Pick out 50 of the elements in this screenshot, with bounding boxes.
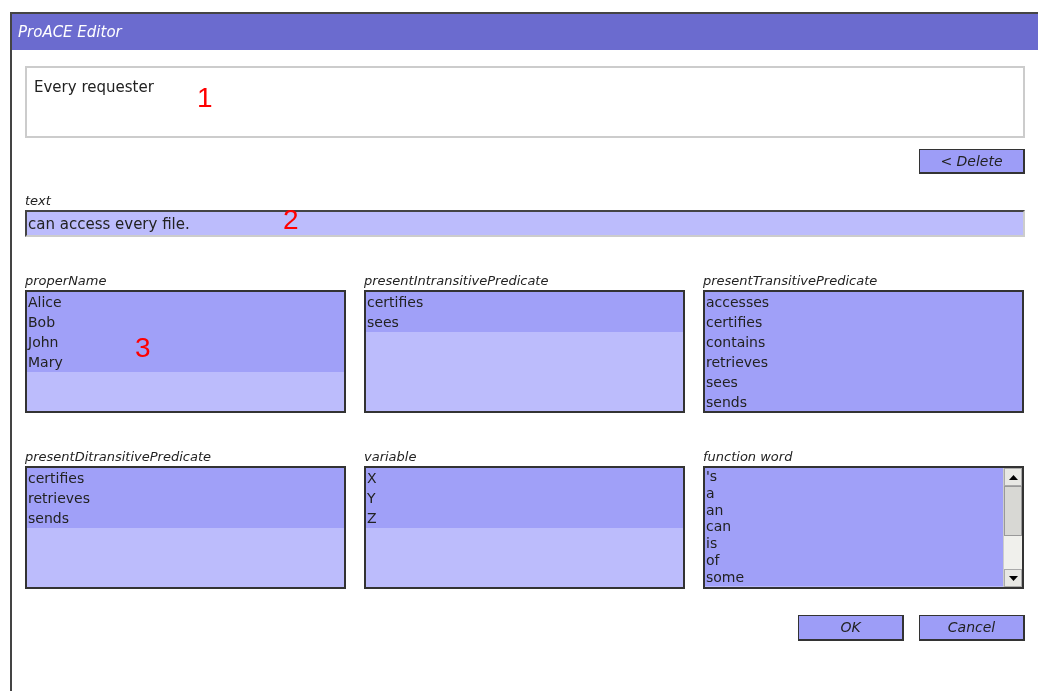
scroll-thumb[interactable] bbox=[1004, 486, 1022, 536]
window-title: ProACE Editor bbox=[18, 21, 122, 43]
dialog-button[interactable]: OK bbox=[798, 615, 904, 641]
list-box[interactable]: certifies sees bbox=[364, 290, 685, 413]
annotation-number: 1 bbox=[197, 84, 213, 112]
list-box[interactable]: Alice Bob John Mary 3 bbox=[25, 290, 346, 413]
list-item[interactable]: sees bbox=[705, 372, 738, 392]
list-item[interactable]: of bbox=[705, 552, 720, 569]
dialog-button[interactable]: Cancel bbox=[919, 615, 1025, 641]
list-item[interactable]: is bbox=[705, 535, 718, 552]
list-label: presentDitransitivePredicate bbox=[25, 448, 212, 466]
list-item[interactable]: retrieves bbox=[27, 488, 90, 508]
list-label: function word bbox=[703, 448, 794, 466]
list-box[interactable]: certifies retrieves sends bbox=[25, 466, 346, 589]
list-item[interactable]: a bbox=[705, 484, 715, 502]
delete-button[interactable]: < Delete bbox=[919, 149, 1025, 174]
list-item[interactable]: sends bbox=[705, 392, 747, 411]
list-item[interactable]: X bbox=[366, 468, 377, 488]
list-item[interactable]: some bbox=[705, 568, 745, 586]
list-box[interactable]: X Y Z bbox=[364, 466, 685, 589]
list-item[interactable]: Y bbox=[366, 488, 376, 508]
list-item[interactable]: John bbox=[27, 332, 59, 352]
list-box[interactable]: accesses certifies contains retrieves sees sends bbox=[703, 290, 1024, 413]
list-item[interactable]: certifies bbox=[366, 292, 424, 312]
list-item[interactable]: Alice bbox=[27, 292, 62, 312]
scroll-up-icon[interactable] bbox=[1004, 468, 1022, 486]
list-item[interactable]: certifies bbox=[27, 468, 85, 488]
list-item[interactable]: sees bbox=[366, 312, 399, 332]
list-item[interactable]: retrieves bbox=[705, 352, 768, 372]
scroll-down-icon[interactable] bbox=[1004, 569, 1022, 587]
list-item[interactable]: certifies bbox=[705, 312, 763, 332]
list-item[interactable]: 's bbox=[705, 468, 718, 485]
list-item[interactable]: an bbox=[705, 501, 724, 519]
list-label: presentIntransitivePredicate bbox=[364, 272, 550, 290]
scrollbar[interactable] bbox=[1003, 468, 1022, 587]
list-label: properName bbox=[25, 272, 108, 290]
list-item[interactable]: Bob bbox=[27, 312, 56, 332]
field-label: text bbox=[25, 192, 52, 210]
list-item[interactable]: can bbox=[705, 518, 732, 536]
list-item[interactable]: contains bbox=[705, 332, 766, 352]
list-label: variable bbox=[364, 448, 418, 466]
list-box[interactable]: 's a an can is of some bbox=[703, 466, 1024, 589]
list-item[interactable]: Mary bbox=[27, 352, 63, 372]
sentence-text: Every requester bbox=[34, 78, 154, 96]
annotation-number: 3 bbox=[135, 334, 151, 362]
list-label: presentTransitivePredicate bbox=[703, 272, 879, 290]
list-item[interactable]: Z bbox=[366, 508, 377, 528]
list-item[interactable]: sends bbox=[27, 508, 69, 528]
list-item[interactable]: accesses bbox=[705, 292, 770, 312]
sentence-area[interactable]: Every requester 1 bbox=[25, 66, 1025, 138]
